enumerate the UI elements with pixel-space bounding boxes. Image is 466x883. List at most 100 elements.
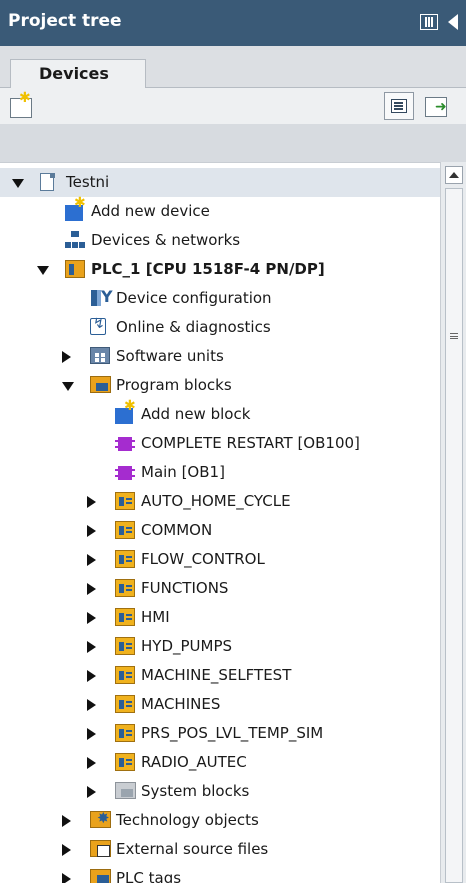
tree-item[interactable]: Devices & networks — [0, 226, 440, 255]
vertical-scrollbar[interactable] — [440, 162, 466, 883]
network-icon — [65, 231, 85, 249]
tree-item-label: External source files — [116, 840, 269, 858]
tree-item-label: MACHINES — [141, 695, 221, 713]
block-group-icon — [115, 695, 135, 713]
tree-item-label: PLC_1 [CPU 1518F-4 PN/DP] — [91, 260, 325, 278]
block-group-icon — [115, 521, 135, 539]
tree-item-label: HYD_PUMPS — [141, 637, 233, 655]
tree-item[interactable]: Add new device — [0, 195, 440, 226]
expand-arrow-icon[interactable] — [62, 815, 71, 827]
tree-item[interactable]: PLC tags — [0, 864, 440, 883]
technology-objects-icon — [90, 809, 111, 828]
tree-item-label: FLOW_CONTROL — [141, 550, 265, 568]
header-band — [0, 124, 466, 162]
program-blocks-icon — [90, 376, 111, 393]
expand-arrow-icon[interactable] — [87, 728, 96, 740]
tree-item[interactable]: AUTO_HOME_CYCLE — [0, 487, 440, 516]
expand-arrow-icon[interactable] — [62, 844, 71, 856]
tree-item[interactable]: External source files — [0, 835, 440, 864]
tree-item[interactable]: MACHINES — [0, 690, 440, 719]
add-new-icon — [65, 195, 86, 221]
tree-item[interactable]: Online & diagnostics — [0, 313, 440, 342]
plc-tags-icon — [90, 869, 111, 883]
tree-item-label: PRS_POS_LVL_TEMP_SIM — [141, 724, 324, 742]
block-group-icon — [115, 492, 135, 510]
tree-item-label: System blocks — [141, 782, 250, 800]
tree-item-label: AUTO_HOME_CYCLE — [141, 492, 291, 510]
tree-item-label: Technology objects — [116, 811, 259, 829]
diagnostics-icon — [90, 316, 106, 335]
project-tree: Testni Add new device Devices & networks PL… — [0, 162, 440, 883]
tree-item[interactable]: HMI — [0, 603, 440, 632]
external-source-icon — [90, 840, 111, 857]
expand-arrow-icon[interactable] — [87, 612, 96, 624]
tree-item[interactable]: MACHINE_SELFTEST — [0, 661, 440, 690]
tree-item[interactable]: Main [OB1] — [0, 458, 440, 487]
tree-item[interactable]: PLC_1 [CPU 1518F-4 PN/DP] — [0, 255, 440, 284]
collapse-arrow-icon[interactable] — [62, 382, 74, 391]
tree-item[interactable]: Program blocks — [0, 371, 440, 400]
expand-arrow-icon[interactable] — [87, 699, 96, 711]
tree-item-label: Software units — [116, 347, 224, 365]
tree-item-label: Add new device — [91, 202, 210, 220]
block-group-icon — [115, 579, 135, 597]
expand-arrow-icon[interactable] — [62, 351, 71, 363]
expand-arrow-icon[interactable] — [87, 786, 96, 798]
software-units-icon — [90, 347, 110, 364]
system-blocks-icon — [115, 782, 136, 799]
tree-item[interactable]: COMMON — [0, 516, 440, 545]
tree-item[interactable]: Device configuration — [0, 284, 440, 313]
tree-item-label: Testni — [66, 173, 110, 191]
tree-item-label: Program blocks — [116, 376, 232, 394]
tree-item[interactable]: PRS_POS_LVL_TEMP_SIM — [0, 719, 440, 748]
tree-item-label: HMI — [141, 608, 170, 626]
overview-export-icon[interactable] — [425, 95, 451, 117]
tree-item[interactable]: RADIO_AUTEC — [0, 748, 440, 777]
tree-item[interactable]: HYD_PUMPS — [0, 632, 440, 661]
project-tree-titlebar: Project tree — [0, 0, 466, 46]
expand-arrow-icon[interactable] — [62, 873, 71, 883]
tree-item-label: RADIO_AUTEC — [141, 753, 247, 771]
add-new-icon — [115, 398, 136, 424]
tree-item[interactable]: COMPLETE RESTART [OB100] — [0, 429, 440, 458]
scroll-thumb[interactable] — [445, 188, 463, 883]
tree-toolbar — [0, 88, 466, 124]
tree-item[interactable]: Testni — [0, 168, 440, 197]
block-group-icon — [115, 666, 135, 684]
tree-item[interactable]: Technology objects — [0, 806, 440, 835]
block-group-icon — [115, 637, 135, 655]
create-new-group-icon[interactable] — [10, 90, 32, 118]
tree-item-label: Main [OB1] — [141, 463, 225, 481]
expand-arrow-icon[interactable] — [87, 525, 96, 537]
tree-item[interactable]: Add new block — [0, 398, 440, 429]
expand-arrow-icon[interactable] — [87, 641, 96, 653]
tree-item-label: MACHINE_SELFTEST — [141, 666, 292, 684]
pane-layout-icon[interactable] — [420, 14, 438, 30]
tree-item[interactable]: FUNCTIONS — [0, 574, 440, 603]
tree-item-label: Devices & networks — [91, 231, 241, 249]
list-view-icon — [391, 99, 407, 113]
ob-block-icon — [115, 437, 135, 451]
collapse-arrow-icon[interactable] — [37, 266, 49, 275]
scroll-up-icon[interactable] — [445, 166, 463, 184]
details-view-button[interactable] — [384, 92, 414, 120]
expand-arrow-icon[interactable] — [87, 554, 96, 566]
expand-arrow-icon[interactable] — [87, 496, 96, 508]
device-config-icon — [90, 287, 113, 307]
expand-arrow-icon[interactable] — [87, 670, 96, 682]
grip-icon — [450, 333, 458, 339]
tree-item-label: Device configuration — [116, 289, 272, 307]
tree-item[interactable]: FLOW_CONTROL — [0, 545, 440, 574]
tab-devices[interactable]: Devices — [10, 59, 146, 89]
tree-item-label: Add new block — [141, 405, 251, 423]
tree-item[interactable]: Software units — [0, 342, 440, 371]
block-group-icon — [115, 608, 135, 626]
expand-arrow-icon[interactable] — [87, 583, 96, 595]
collapse-arrow-icon[interactable] — [12, 179, 24, 188]
block-group-icon — [115, 724, 135, 742]
tree-item-label: FUNCTIONS — [141, 579, 229, 597]
plc-icon — [65, 260, 85, 278]
collapse-panel-icon[interactable] — [448, 14, 458, 30]
expand-arrow-icon[interactable] — [87, 757, 96, 769]
tree-item[interactable]: System blocks — [0, 777, 440, 806]
